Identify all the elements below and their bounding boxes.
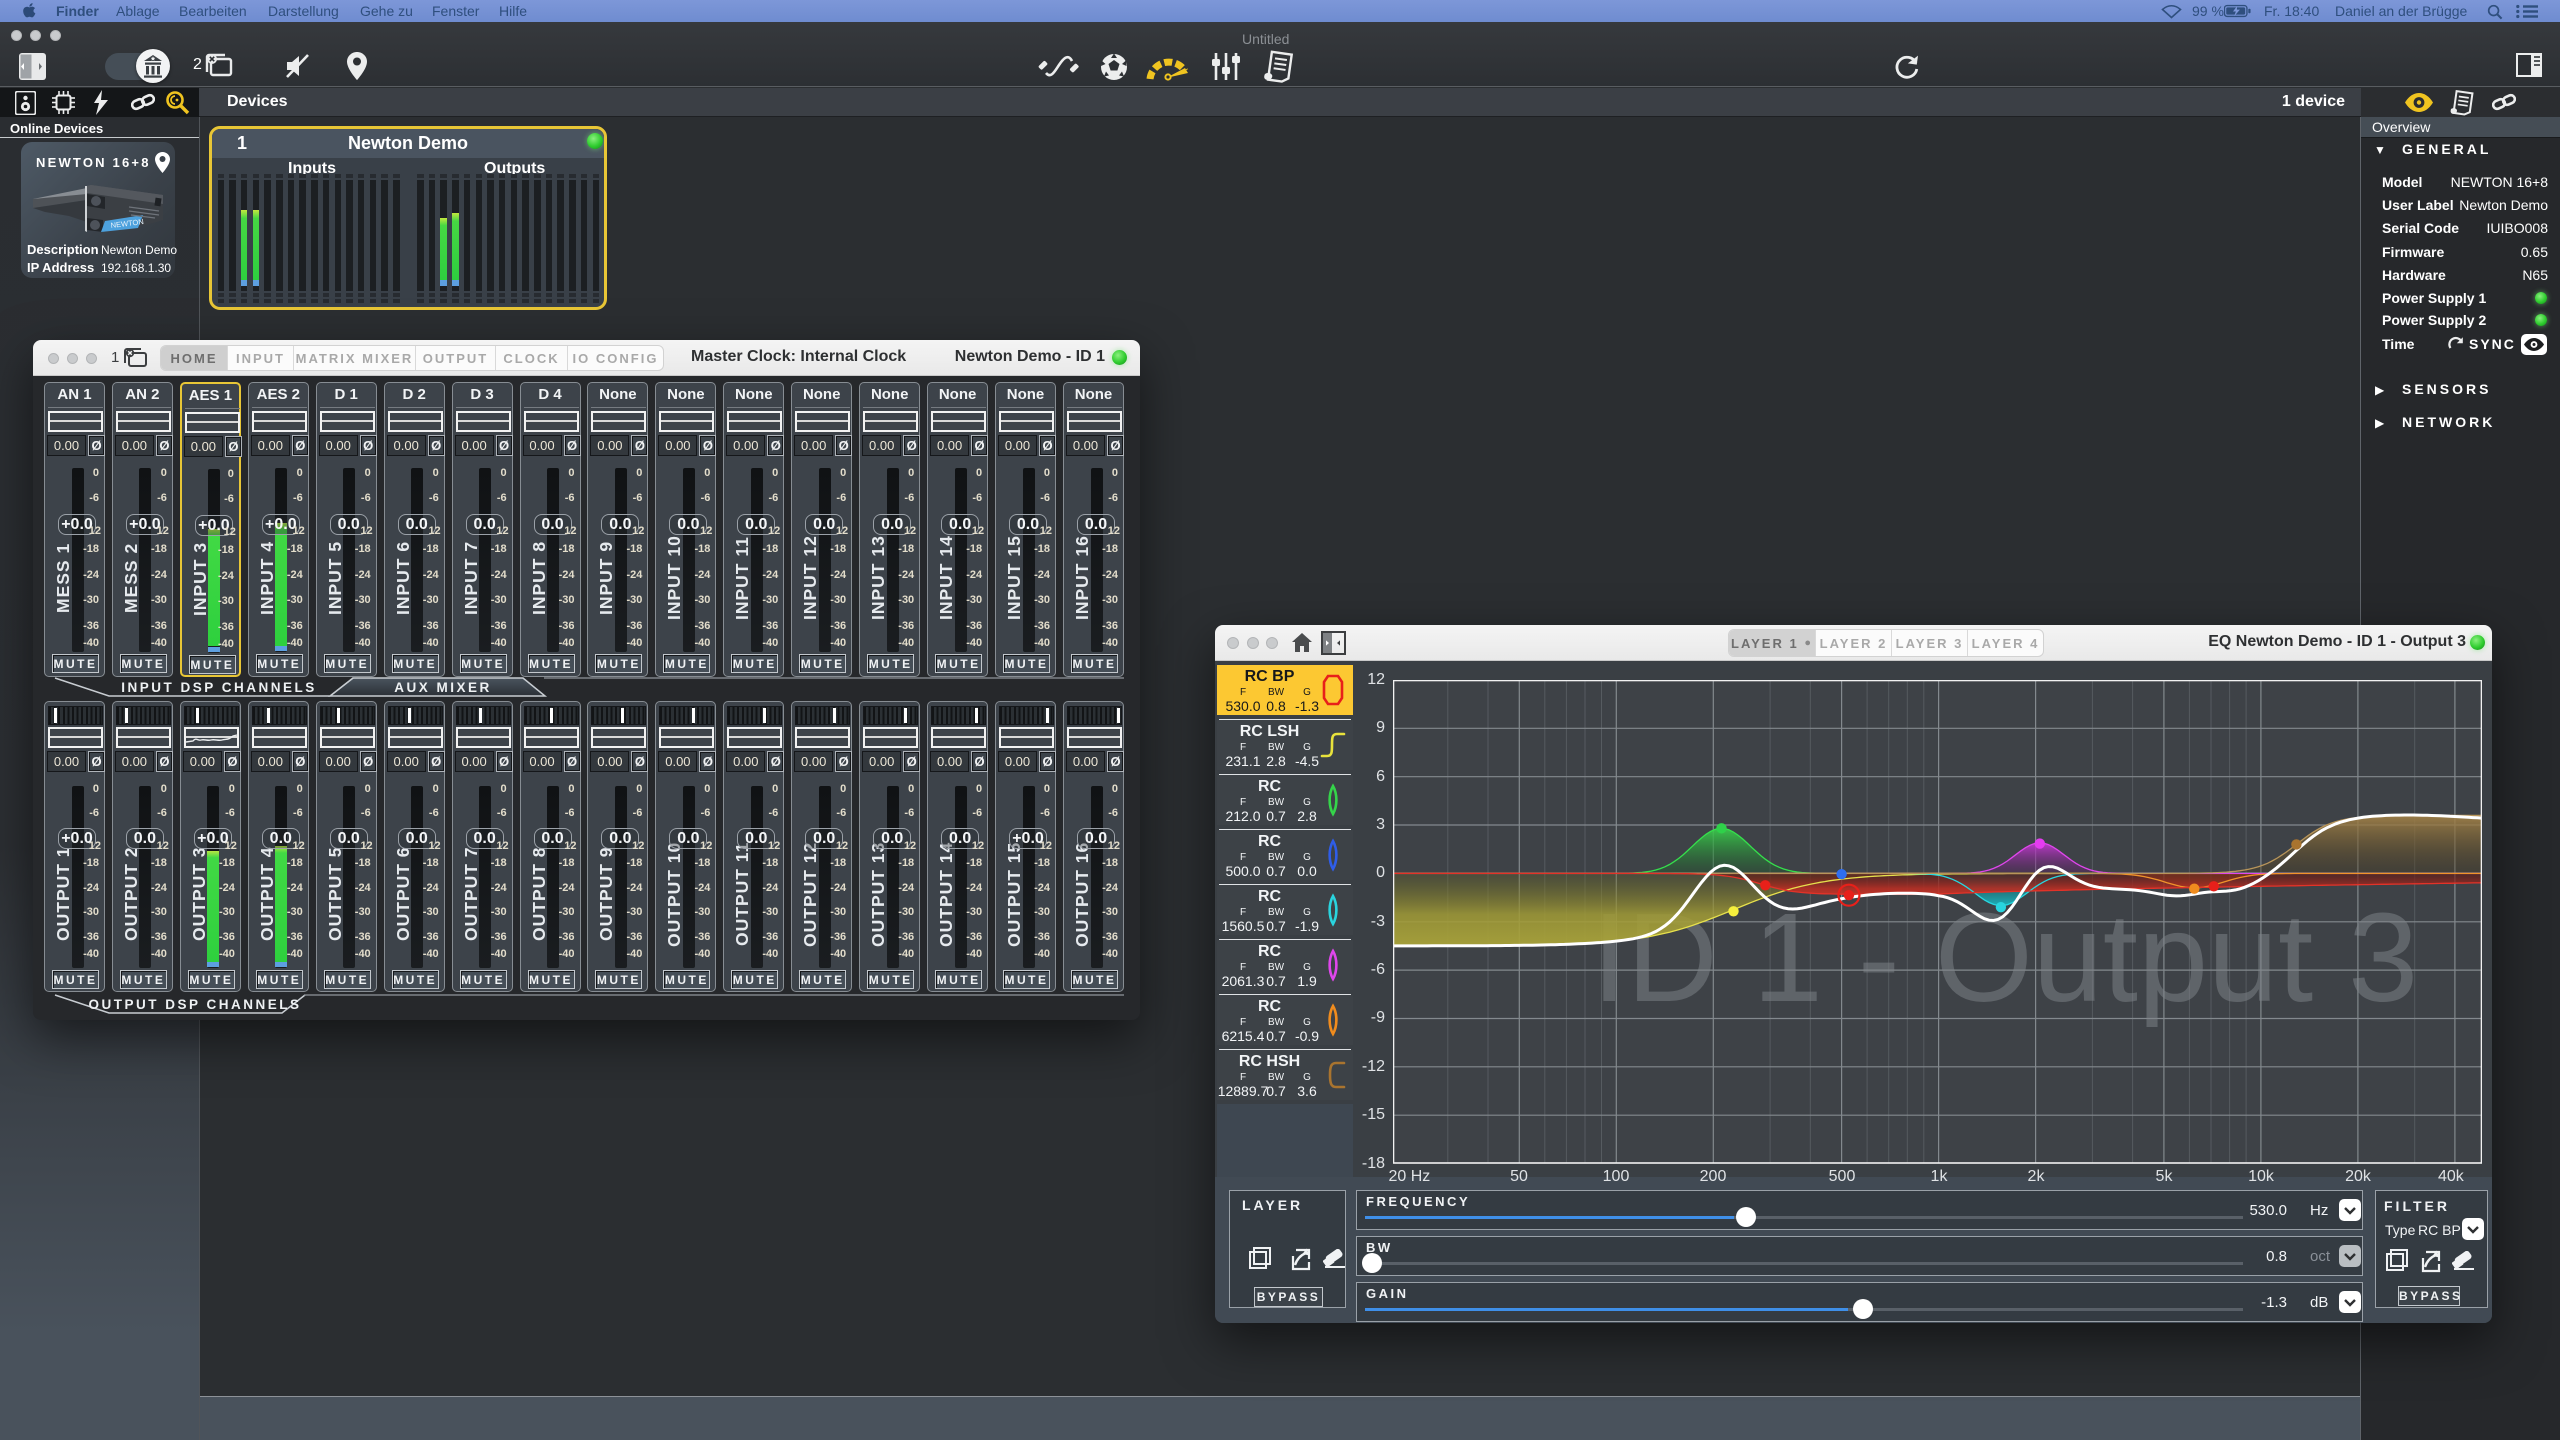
svg-text:OUTPUT DSP CHANNELS: OUTPUT DSP CHANNELS: [88, 997, 301, 1012]
svg-text:AUX MIXER: AUX MIXER: [394, 680, 492, 695]
svg-text:INPUT DSP CHANNELS: INPUT DSP CHANNELS: [121, 680, 317, 695]
